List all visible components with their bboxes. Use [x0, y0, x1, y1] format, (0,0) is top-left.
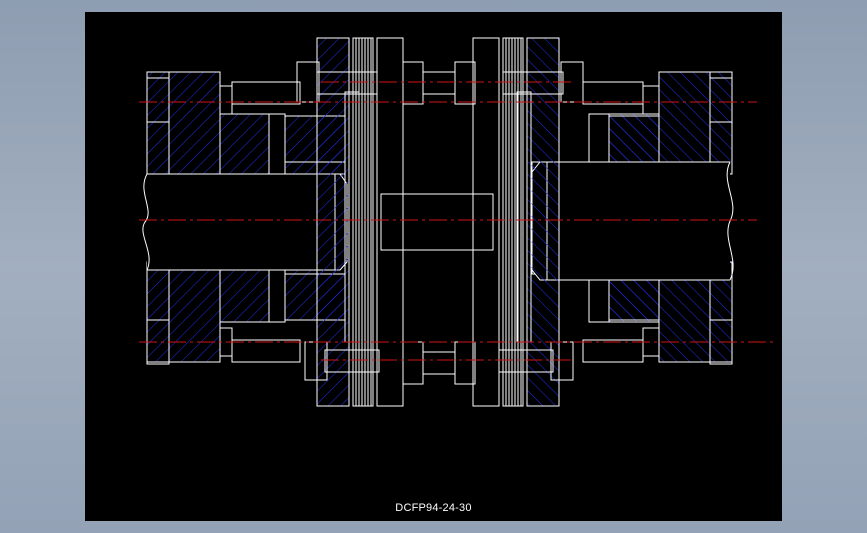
drawing-viewport[interactable]: DCFP94-24-30 — [85, 12, 782, 521]
bottom-bolt-row — [146, 319, 733, 385]
left-shaft — [142, 173, 348, 271]
top-bolt-row — [146, 61, 733, 123]
coupling-section-drawing — [139, 37, 775, 407]
drawing-title: DCFP94-24-30 — [395, 502, 472, 514]
right-shaft — [531, 161, 734, 281]
spacer-tube — [380, 193, 494, 251]
